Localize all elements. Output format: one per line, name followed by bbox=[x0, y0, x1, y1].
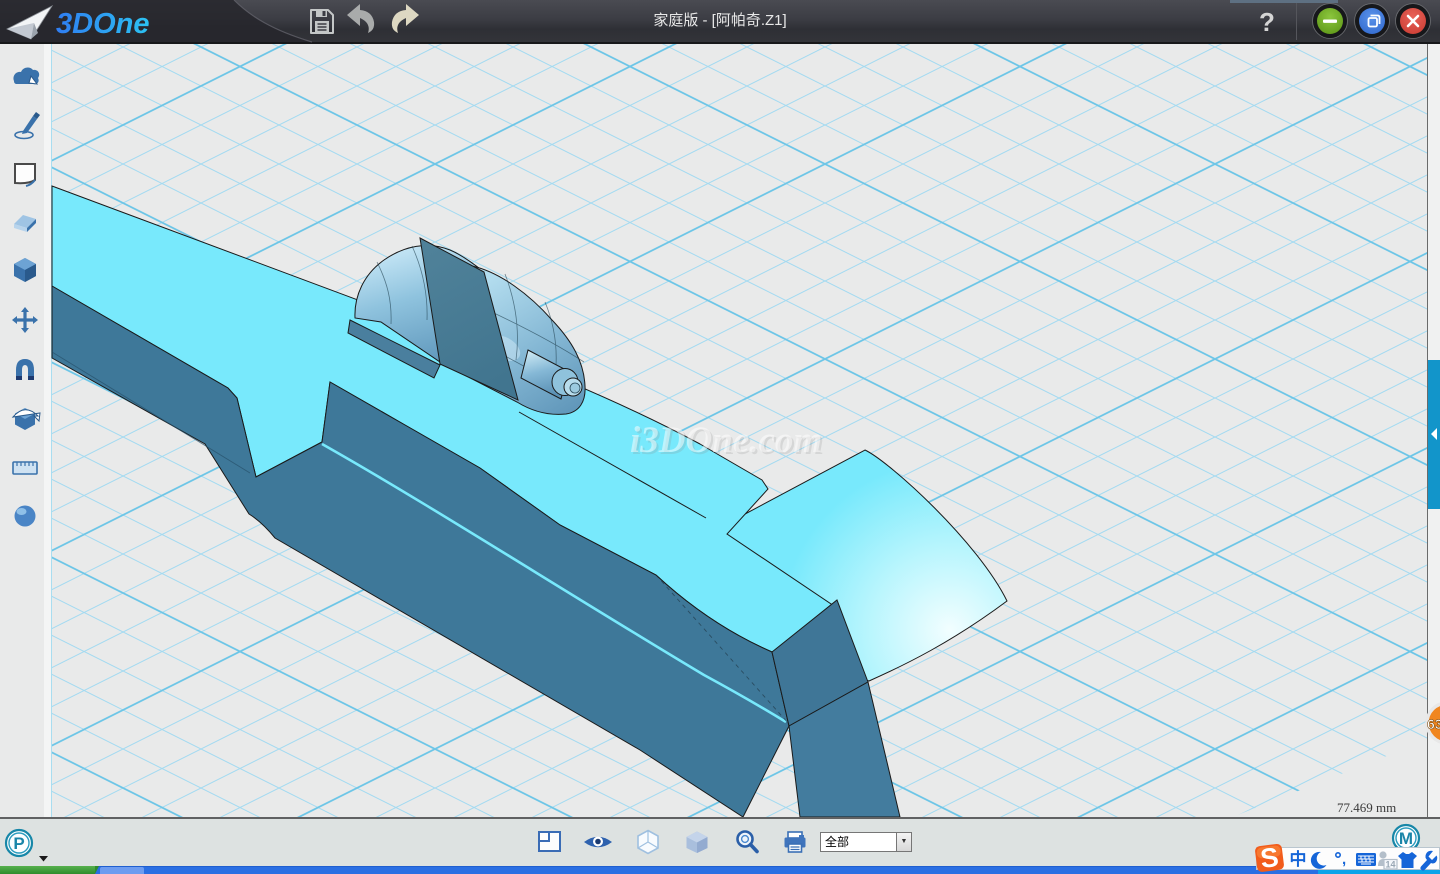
svg-text:S: S bbox=[1259, 842, 1281, 874]
svg-text:M: M bbox=[1399, 829, 1413, 848]
svg-text:14: 14 bbox=[1385, 860, 1395, 870]
svg-text:P: P bbox=[13, 834, 24, 853]
svg-text:63: 63 bbox=[1427, 716, 1440, 732]
svg-text:中: 中 bbox=[1290, 849, 1307, 869]
svg-text:,: , bbox=[1342, 851, 1346, 868]
svg-text:i3DOne.com: i3DOne.com bbox=[630, 420, 822, 461]
